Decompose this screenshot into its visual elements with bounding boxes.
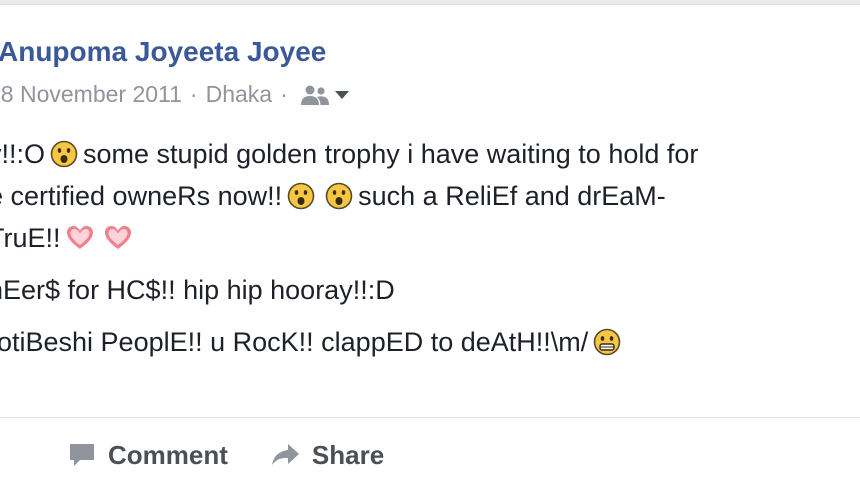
comment-icon (70, 444, 94, 466)
friends-icon[interactable] (300, 84, 330, 106)
share-label: Share (311, 439, 385, 470)
heart-emoji-icon (66, 226, 93, 249)
post-text-line: y!!:O some stupid golden trophy i have wa… (0, 133, 860, 175)
post-card: Anupoma Joyeeta Joyee 18 November 2011 ·… (0, 4, 860, 484)
comment-button[interactable]: Comment (68, 440, 228, 471)
meta-separator: · (280, 81, 288, 107)
share-button[interactable]: Share (270, 440, 384, 471)
post-text: e certified owneRs now!! (0, 181, 283, 211)
post-text: TruE!! (0, 223, 61, 253)
post-text: such a ReliEf and drEaM- (358, 181, 666, 211)
post-date[interactable]: 18 November 2011 (0, 81, 182, 108)
comment-label: Comment (108, 439, 228, 470)
shocked-emoji-icon (325, 182, 353, 210)
share-icon (271, 444, 299, 465)
post-body: y!!:O some stupid golden trophy i have wa… (0, 133, 860, 363)
post-text: some stupid golden trophy i have waiting… (83, 139, 699, 169)
meta-separator: · (189, 81, 198, 107)
post-text: rotiBeshi PeoplE!! u RocK!! clappED to d… (0, 327, 589, 357)
post-location[interactable]: Dhaka (206, 81, 272, 108)
grimace-emoji-icon (593, 328, 621, 356)
post-text-line: e certified owneRs now!! such a ReliEf an… (0, 175, 860, 217)
divider (0, 417, 860, 418)
post-text-line: TruE!! (0, 217, 860, 259)
post-actions: Comment Share (0, 429, 384, 481)
post-meta: 18 November 2011 · Dhaka · (0, 81, 350, 108)
shocked-emoji-icon (287, 182, 315, 210)
shocked-emoji-icon (50, 140, 78, 168)
post-text: hEer$ for HC$!! hip hip hooray!!:D (0, 275, 395, 305)
post-text-line: hEer$ for HC$!! hip hip hooray!!:D (0, 269, 860, 311)
post-text-line: rotiBeshi PeoplE!! u RocK!! clappED to d… (0, 321, 860, 363)
post-author-name[interactable]: Anupoma Joyeeta Joyee (0, 36, 326, 68)
chevron-down-icon[interactable] (334, 89, 350, 101)
heart-emoji-icon (104, 226, 131, 249)
post-text: y!!:O (0, 139, 46, 169)
